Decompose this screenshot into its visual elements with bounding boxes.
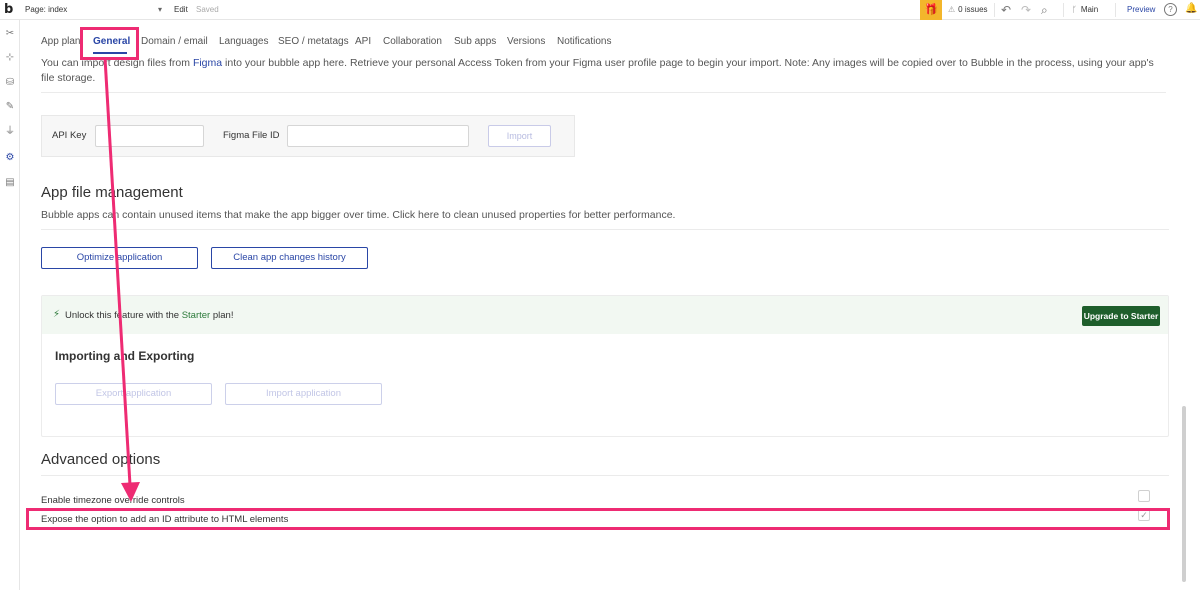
plan-name: Starter [181,310,211,321]
tab-app-plan[interactable]: App plan [41,36,80,47]
lightning-bolt-icon: ⚡ [53,309,61,320]
import-application-button[interactable]: Import application [225,383,382,405]
tab-api[interactable]: API [355,36,371,47]
section-divider [41,92,1166,93]
tab-seo-metatags[interactable]: SEO / metatags [278,36,349,47]
desc-text: You can import design files from [41,57,193,69]
redo-icon[interactable]: ↷ [1021,3,1031,17]
branch-selector[interactable]: ᚴ Main [1072,5,1098,14]
api-key-label: API Key [52,130,87,141]
tab-domain-email[interactable]: Domain / email [141,36,208,47]
page-selector-label: Page: index [25,5,68,14]
timezone-override-label: Enable timezone override controls [41,495,185,506]
preview-button[interactable]: Preview [1127,5,1155,14]
figma-link[interactable]: Figma [193,57,222,69]
figma-import-button[interactable]: Import [488,125,551,147]
tab-general[interactable]: General [93,36,130,47]
divider [1063,3,1064,17]
data-icon[interactable]: ⛁ [3,76,17,90]
section-divider [41,229,1169,230]
branch-icon: ᚴ [1072,5,1077,14]
figma-file-id-label: Figma File ID [223,130,280,141]
figma-import-description: You can import design files from Figma i… [41,56,1166,85]
timezone-override-checkbox[interactable] [1138,490,1150,502]
id-attribute-label: Expose the option to add an ID attribute… [41,514,289,525]
unlock-text: Unlock this feature with the [65,310,182,321]
checkmark-icon: ✓ [1140,510,1148,520]
divider [1115,3,1116,17]
design-tools-icon[interactable]: ✂ [3,27,17,41]
help-icon[interactable]: ? [1164,3,1177,16]
file-management-title: App file management [41,184,183,201]
figma-file-id-input[interactable] [287,125,469,147]
importing-exporting-title: Importing and Exporting [55,349,195,363]
id-attribute-checkbox[interactable]: ✓ [1138,509,1150,521]
warning-icon: ⚠ [948,5,956,14]
search-icon[interactable]: ⌕ [1041,3,1048,18]
issues-count: 0 issues [958,5,988,14]
page-selector[interactable]: Page: index ▾ [22,2,164,17]
undo-icon[interactable]: ↶ [1001,3,1011,17]
edit-menu[interactable]: Edit [174,5,188,14]
issues-indicator[interactable]: ⚠ 0 issues [948,5,988,14]
divider [994,3,995,17]
figma-import-form: API Key Figma File ID Import [41,115,575,157]
api-key-input[interactable] [95,125,204,147]
unlock-text: plan! [210,310,234,321]
starter-plan-banner: ⚡ Unlock this feature with the Starter p… [42,296,1168,334]
export-application-button[interactable]: Export application [55,383,212,405]
tab-notifications[interactable]: Notifications [557,36,611,47]
plugins-icon[interactable]: ⏚ [3,125,17,139]
upgrade-to-starter-button[interactable]: Upgrade to Starter [1082,306,1160,326]
file-management-subtitle: Bubble apps can contain unused items tha… [41,209,676,221]
branch-name: Main [1080,5,1099,14]
left-sidebar: ✂ ⊹ ⛁ ✎ ⏚ ⚙ ▤ [0,20,20,590]
tab-collaboration[interactable]: Collaboration [383,36,442,47]
workflow-icon[interactable]: ⊹ [3,51,17,65]
optimize-application-button[interactable]: Optimize application [41,247,198,269]
section-divider [41,475,1169,476]
tab-sub-apps[interactable]: Sub apps [454,36,496,47]
clean-history-button[interactable]: Clean app changes history [211,247,368,269]
saved-status: Saved [196,5,219,14]
styles-brush-icon[interactable]: ✎ [3,100,17,114]
chevron-down-icon: ▾ [157,5,162,14]
tab-languages[interactable]: Languages [219,36,269,47]
logs-document-icon[interactable]: ▤ [3,176,17,190]
gift-icon[interactable]: 🎁 [920,0,942,20]
importing-exporting-panel: ⚡ Unlock this feature with the Starter p… [41,295,1169,437]
unlock-message: Unlock this feature with the Starter pla… [65,310,233,321]
bubble-logo[interactable]: b [4,2,13,17]
advanced-options-title: Advanced options [41,451,161,468]
active-tab-indicator [93,52,127,54]
notification-bell-icon[interactable]: 🔔 [1185,3,1197,14]
top-bar: b Page: index ▾ Edit Saved 🎁 ⚠ 0 issues ↶… [0,0,1200,20]
settings-gear-icon[interactable]: ⚙ [3,151,17,165]
vertical-scrollbar[interactable] [1182,406,1186,582]
tab-versions[interactable]: Versions [507,36,545,47]
